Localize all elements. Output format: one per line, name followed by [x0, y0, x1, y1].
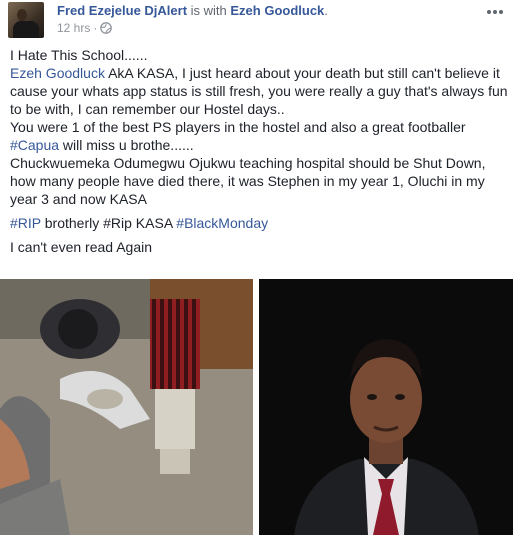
with-text: is with [187, 3, 231, 18]
portrait-photo[interactable] [259, 279, 513, 535]
hashtag-rip[interactable]: #RIP [10, 215, 41, 231]
post-last-line: I can't even read Again [10, 239, 152, 255]
tagged-user-mention[interactable]: Ezeh Goodluck [10, 65, 105, 81]
hashtag-blackmonday[interactable]: #BlackMonday [176, 215, 268, 231]
paragraph-3-rest: will miss u brothe...... [59, 137, 194, 153]
post-paragraph-2: Ezeh Goodluck AkA KASA, I just heard abo… [10, 64, 508, 118]
author-name-link[interactable]: Fred Ezejelue DjAlert [57, 3, 187, 18]
meta-separator: · [93, 21, 98, 35]
post-timestamp[interactable]: 12 hrs [57, 21, 90, 35]
post-body: I Hate This School...... Ezeh Goodluck A… [10, 46, 508, 256]
author-avatar[interactable] [8, 2, 44, 38]
hashtag-line-text: brotherly #Rip KASA [40, 215, 177, 231]
post-line-1: I Hate This School...... [10, 47, 148, 63]
post-paragraph-3: You were 1 of the best PS players in the… [10, 118, 508, 154]
globe-icon[interactable] [100, 22, 113, 34]
paragraph-3-text: You were 1 of the best PS players in the… [10, 119, 466, 135]
more-dots-icon[interactable] [486, 4, 504, 15]
title-period: . [324, 3, 328, 18]
post-meta: 12 hrs · [57, 21, 113, 35]
hashtag-line: #RIP brotherly #Rip KASA #BlackMonday [10, 214, 508, 232]
hashtag-capua[interactable]: #Capua [10, 137, 59, 153]
post-paragraph-4: Chuckwuemeka Odumegwu Ojukwu teaching ho… [10, 155, 486, 207]
post-header: Fred Ezejelue DjAlert is with Ezeh Goodl… [0, 0, 513, 40]
tagged-user-link[interactable]: Ezeh Goodluck [230, 3, 324, 18]
post-title-line: Fred Ezejelue DjAlert is with Ezeh Goodl… [57, 3, 328, 19]
accident-scene-photo[interactable] [0, 279, 253, 535]
